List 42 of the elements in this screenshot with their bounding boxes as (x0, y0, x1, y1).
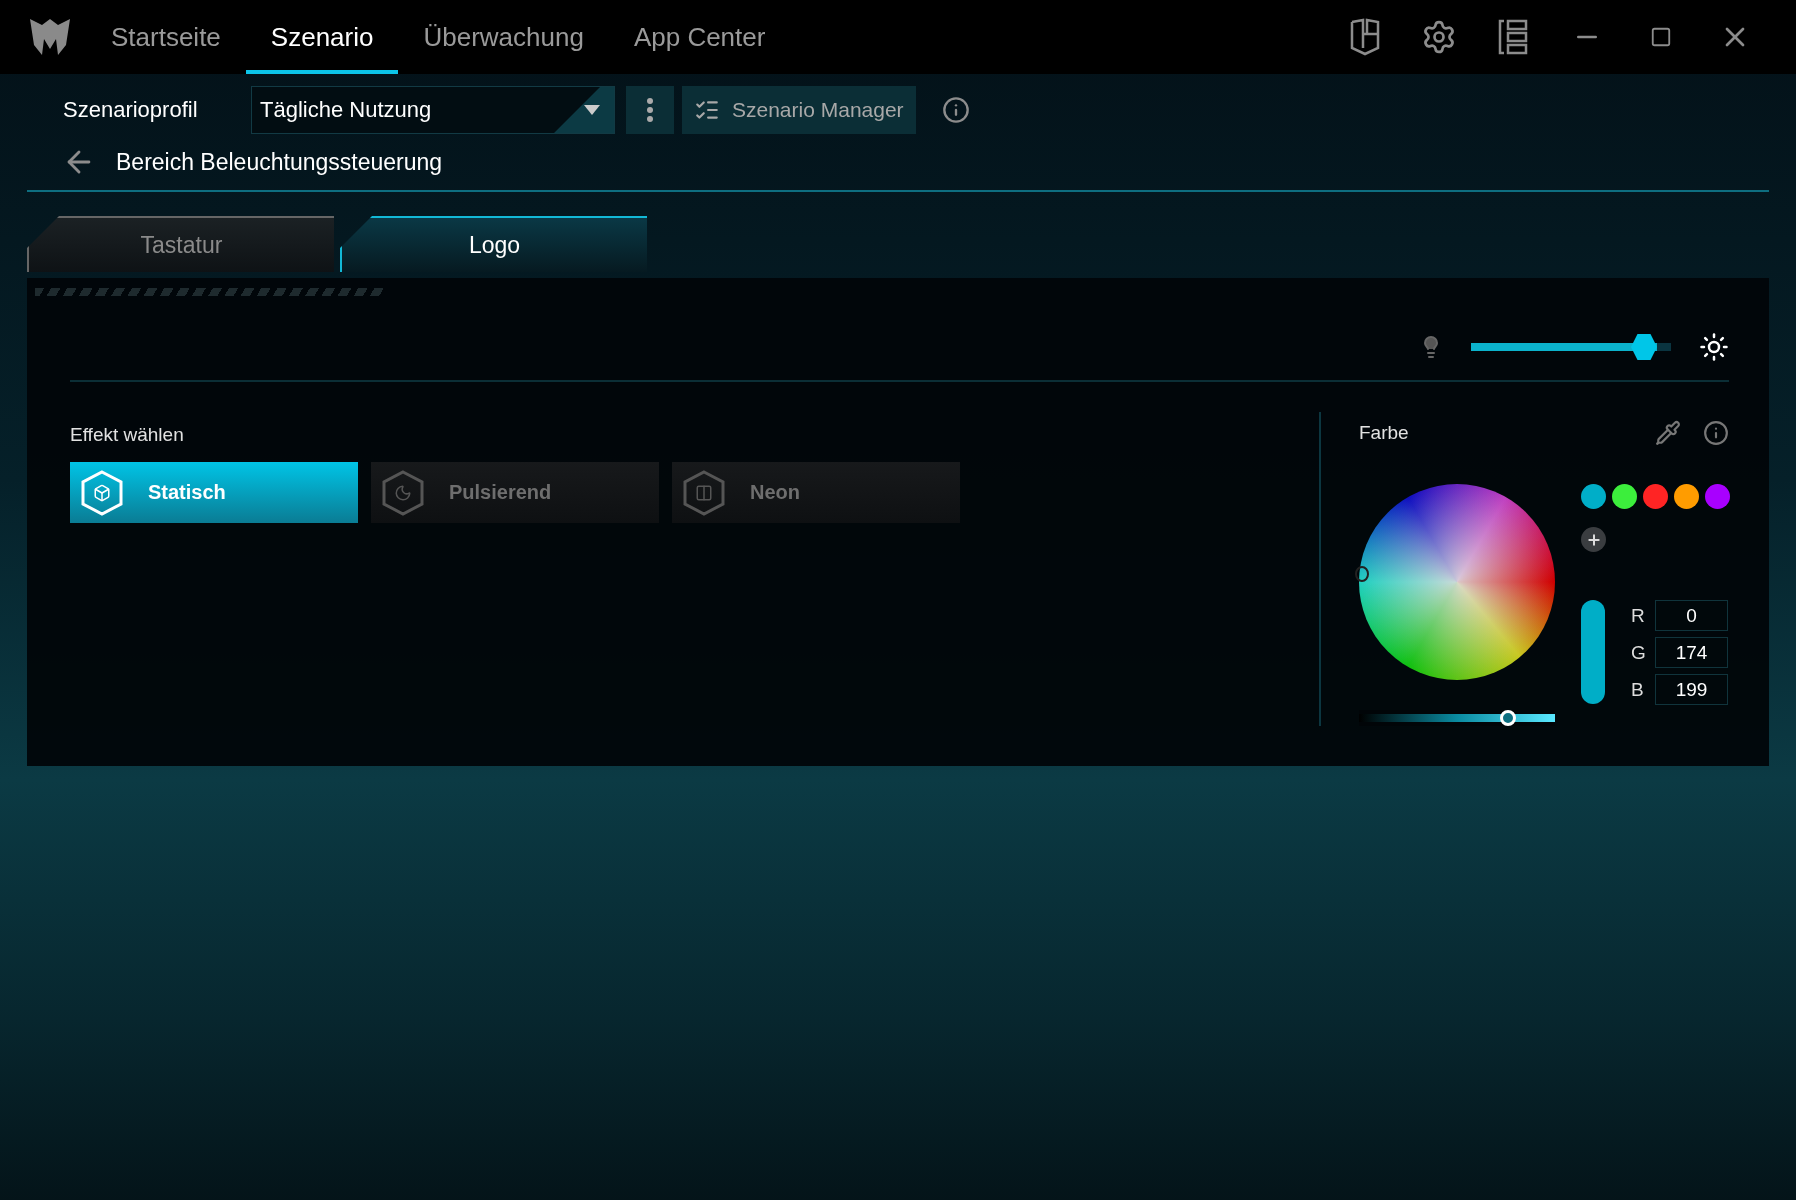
layout-icon[interactable] (1498, 19, 1528, 55)
more-button[interactable] (626, 86, 674, 134)
color-swatch[interactable] (1674, 484, 1699, 509)
nav-tab[interactable]: Startseite (86, 0, 246, 74)
hexagon-icon (682, 469, 726, 516)
caret-icon (584, 105, 600, 115)
nav-tab[interactable]: App Center (608, 0, 791, 74)
channel-input[interactable]: 0 (1655, 600, 1728, 631)
breadcrumb-title: Bereich Beleuchtungssteuerung (116, 148, 443, 176)
color-swatch[interactable] (1705, 484, 1730, 509)
shade-slider[interactable] (1359, 710, 1555, 726)
add-color-button[interactable] (1581, 527, 1606, 552)
plus-icon (1585, 531, 1602, 548)
color-swatch[interactable] (1612, 484, 1637, 509)
effect-button[interactable]: Neon (672, 462, 960, 523)
channel-input[interactable]: 174 (1655, 637, 1728, 668)
nav-tab[interactable]: Überwachung (398, 0, 609, 74)
more-icon (647, 98, 653, 122)
maximize-icon[interactable] (1650, 26, 1672, 48)
channel-label: R (1631, 604, 1646, 627)
zone-tab[interactable]: Tastatur (27, 216, 334, 272)
eyedropper-icon[interactable] (1655, 420, 1681, 446)
effect-button[interactable]: Pulsierend (371, 462, 659, 523)
channel-label: B (1631, 678, 1645, 701)
scenario-manager-button[interactable]: Szenario Manager (682, 86, 916, 134)
hexagon-icon (80, 469, 124, 516)
channel-input[interactable]: 199 (1655, 674, 1728, 705)
nav-tab[interactable]: Szenario (245, 0, 399, 74)
effects-title: Effekt wählen (70, 424, 185, 446)
zone-tab[interactable]: Logo (340, 216, 647, 272)
profile-label: Szenarioprofil (63, 97, 199, 123)
bright-bulb-icon (1699, 331, 1729, 362)
channel-label: G (1631, 641, 1647, 664)
info-icon[interactable] (1703, 420, 1729, 446)
info-icon[interactable] (941, 96, 970, 124)
color-title: Farbe (1359, 422, 1410, 444)
settings-icon[interactable] (1421, 19, 1457, 55)
profile-dropdown[interactable]: Tägliche Nutzung (251, 86, 615, 134)
color-swatch[interactable] (1643, 484, 1668, 509)
color-swatch[interactable] (1581, 484, 1606, 509)
hexagon-icon (381, 469, 425, 516)
shield-icon[interactable] (1350, 18, 1380, 56)
